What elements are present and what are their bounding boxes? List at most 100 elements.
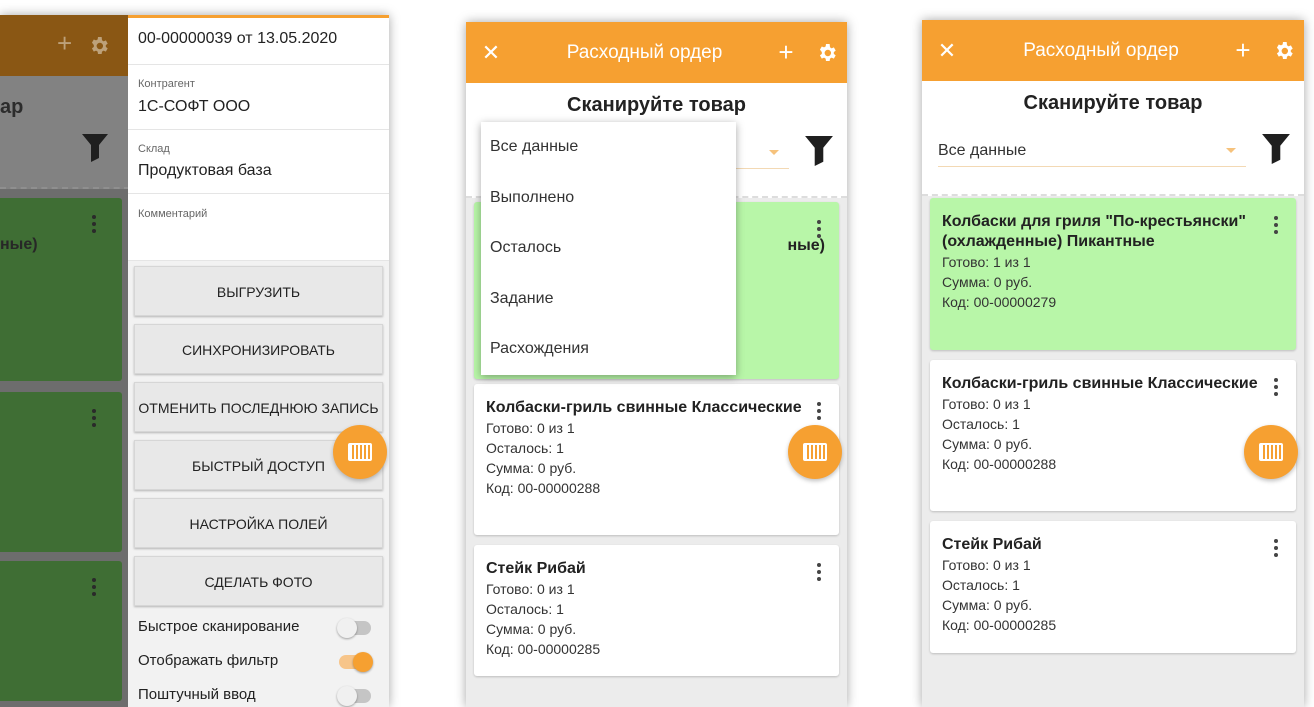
- field-settings-button[interactable]: НАСТРОЙКА ПОЛЕЙ: [134, 498, 383, 548]
- product-card[interactable]: Колбаски-гриль свинные Классические Гото…: [930, 360, 1296, 511]
- product-ready: Готово: 0 из 1: [486, 581, 575, 597]
- product-name: Стейк Рибай: [942, 536, 1042, 553]
- gear-icon[interactable]: [807, 42, 847, 64]
- take-photo-button[interactable]: СДЕЛАТЬ ФОТО: [134, 556, 383, 606]
- stage: + ар ные) 00-00000039 от 13.05.2020 Конт…: [0, 0, 1314, 707]
- filter-dropdown-menu: Все данные Выполнено Осталось Задание Ра…: [481, 122, 736, 375]
- piece-input-toggle[interactable]: [337, 686, 371, 706]
- product-name: Стейк Рибай: [486, 560, 586, 577]
- product-ready: Готово: 0 из 1: [486, 420, 575, 436]
- document-header: 00-00000039 от 13.05.2020: [128, 18, 389, 65]
- filter-option-done[interactable]: Выполнено: [481, 173, 736, 224]
- filter-value: Все данные: [938, 142, 1027, 159]
- warehouse-label: Склад: [138, 143, 170, 155]
- counterparty-value: 1С-СОФТ ООО: [138, 98, 251, 115]
- product-code: Код: 00-00000285: [942, 617, 1057, 633]
- plus-icon[interactable]: +: [765, 22, 807, 83]
- funnel-icon[interactable]: [1262, 134, 1290, 164]
- background-card: ные): [0, 198, 122, 381]
- barcode-icon: [1259, 443, 1283, 461]
- scan-fab[interactable]: [1244, 425, 1298, 479]
- filter-option-discrepancies[interactable]: Расхождения: [481, 324, 736, 375]
- filter-option-remaining[interactable]: Осталось: [481, 223, 736, 274]
- background-title: ар: [0, 96, 24, 118]
- product-left: Осталось: 1: [942, 416, 1020, 432]
- dimmed-background[interactable]: + ар ные): [0, 15, 130, 707]
- product-code: Код: 00-00000279: [942, 294, 1057, 310]
- fast-scan-toggle[interactable]: [337, 618, 371, 638]
- gear-icon[interactable]: [1264, 40, 1304, 62]
- product-left: Осталось: 1: [486, 440, 564, 456]
- screen-list: ✕ Расходный ордер + Сканируйте товар Все…: [922, 20, 1304, 707]
- piece-input-row: Поштучный ввод: [128, 679, 389, 707]
- side-drawer: 00-00000039 от 13.05.2020 Контрагент 1С-…: [128, 15, 389, 707]
- product-left: Осталось: 1: [942, 577, 1020, 593]
- app-title: Расходный ордер: [566, 41, 723, 63]
- counterparty-field[interactable]: Контрагент 1С-СОФТ ООО: [128, 65, 389, 130]
- undo-last-button[interactable]: ОТМЕНИТЬ ПОСЛЕДНЮЮ ЗАПИСЬ: [134, 382, 383, 432]
- background-card-text: ные): [0, 236, 38, 253]
- scan-header: Сканируйте товар Все данные: [922, 81, 1304, 196]
- screen-menu: + ар ные) 00-00000039 от 13.05.2020 Конт…: [0, 15, 389, 707]
- more-vert-icon: [92, 578, 96, 599]
- background-header: ар: [0, 76, 130, 189]
- more-vert-icon[interactable]: [817, 563, 821, 584]
- filter-select[interactable]: Все данные: [938, 139, 1246, 167]
- close-icon[interactable]: ✕: [922, 20, 972, 81]
- more-vert-icon[interactable]: [1274, 378, 1278, 399]
- plus-icon: +: [57, 28, 73, 58]
- upload-button[interactable]: ВЫГРУЗИТЬ: [134, 266, 383, 316]
- plus-icon[interactable]: +: [1222, 20, 1264, 81]
- more-vert-icon[interactable]: [1274, 539, 1278, 560]
- comment-label: Комментарий: [138, 208, 208, 220]
- document-number: 00-00000039 от 13.05.2020: [138, 30, 338, 47]
- product-sum: Сумма: 0 руб.: [942, 436, 1033, 452]
- product-name: Колбаски-гриль свинные Классические: [942, 375, 1258, 392]
- product-sum: Сумма: 0 руб.: [486, 460, 577, 476]
- product-code: Код: 00-00000285: [486, 641, 601, 657]
- dropdown-arrow-icon: [1226, 148, 1236, 153]
- show-filter-toggle[interactable]: [339, 652, 373, 672]
- piece-input-label: Поштучный ввод: [138, 686, 256, 703]
- app-title: Расходный ордер: [1023, 39, 1179, 61]
- product-code: Код: 00-00000288: [942, 456, 1057, 472]
- more-vert-icon[interactable]: [817, 402, 821, 423]
- product-ready: Готово: 0 из 1: [942, 396, 1031, 412]
- app-bar: ✕ Расходный ордер +: [922, 20, 1304, 81]
- product-code: Код: 00-00000288: [486, 480, 601, 496]
- warehouse-value: Продуктовая база: [138, 162, 272, 179]
- product-ready: Готово: 0 из 1: [942, 557, 1031, 573]
- background-card: [0, 561, 122, 701]
- product-name: Колбаски-гриль свинные Классические: [486, 399, 802, 416]
- close-icon[interactable]: ✕: [466, 22, 516, 83]
- filter-option-task[interactable]: Задание: [481, 274, 736, 325]
- background-appbar: +: [0, 15, 130, 76]
- show-filter-row: Отображать фильтр: [128, 645, 389, 679]
- more-vert-icon[interactable]: [1274, 216, 1278, 237]
- product-card[interactable]: Колбаски для гриля "По-крестьянски" (охл…: [930, 198, 1296, 350]
- product-ready: Готово: 1 из 1: [942, 254, 1031, 270]
- filter-option-all[interactable]: Все данные: [481, 122, 736, 173]
- show-filter-label: Отображать фильтр: [138, 652, 279, 669]
- funnel-icon: [82, 134, 108, 162]
- more-vert-icon: [92, 409, 96, 430]
- fast-scan-row: Быстрое сканирование: [128, 611, 389, 645]
- product-card[interactable]: Стейк Рибай Готово: 0 из 1 Осталось: 1 С…: [930, 521, 1296, 653]
- scan-fab[interactable]: [788, 425, 842, 479]
- product-sum: Сумма: 0 руб.: [486, 621, 577, 637]
- screen-dropdown: ✕ Расходный ордер + Сканируйте товар ные…: [466, 22, 847, 707]
- sync-button[interactable]: СИНХРОНИЗИРОВАТЬ: [134, 324, 383, 374]
- product-sum: Сумма: 0 руб.: [942, 597, 1033, 613]
- product-card[interactable]: Колбаски-гриль свинные Классические Гото…: [474, 384, 839, 535]
- barcode-icon: [348, 443, 372, 461]
- warehouse-field[interactable]: Склад Продуктовая база: [128, 130, 389, 194]
- more-vert-icon: [92, 215, 96, 236]
- more-vert-icon[interactable]: [817, 220, 821, 241]
- scan-fab[interactable]: [333, 425, 387, 479]
- app-bar: ✕ Расходный ордер +: [466, 22, 847, 83]
- product-left: Осталось: 1: [486, 601, 564, 617]
- product-sum: Сумма: 0 руб.: [942, 274, 1033, 290]
- funnel-icon[interactable]: [805, 136, 833, 166]
- product-card[interactable]: Стейк Рибай Готово: 0 из 1 Осталось: 1 С…: [474, 545, 839, 676]
- comment-field[interactable]: Комментарий: [128, 194, 389, 261]
